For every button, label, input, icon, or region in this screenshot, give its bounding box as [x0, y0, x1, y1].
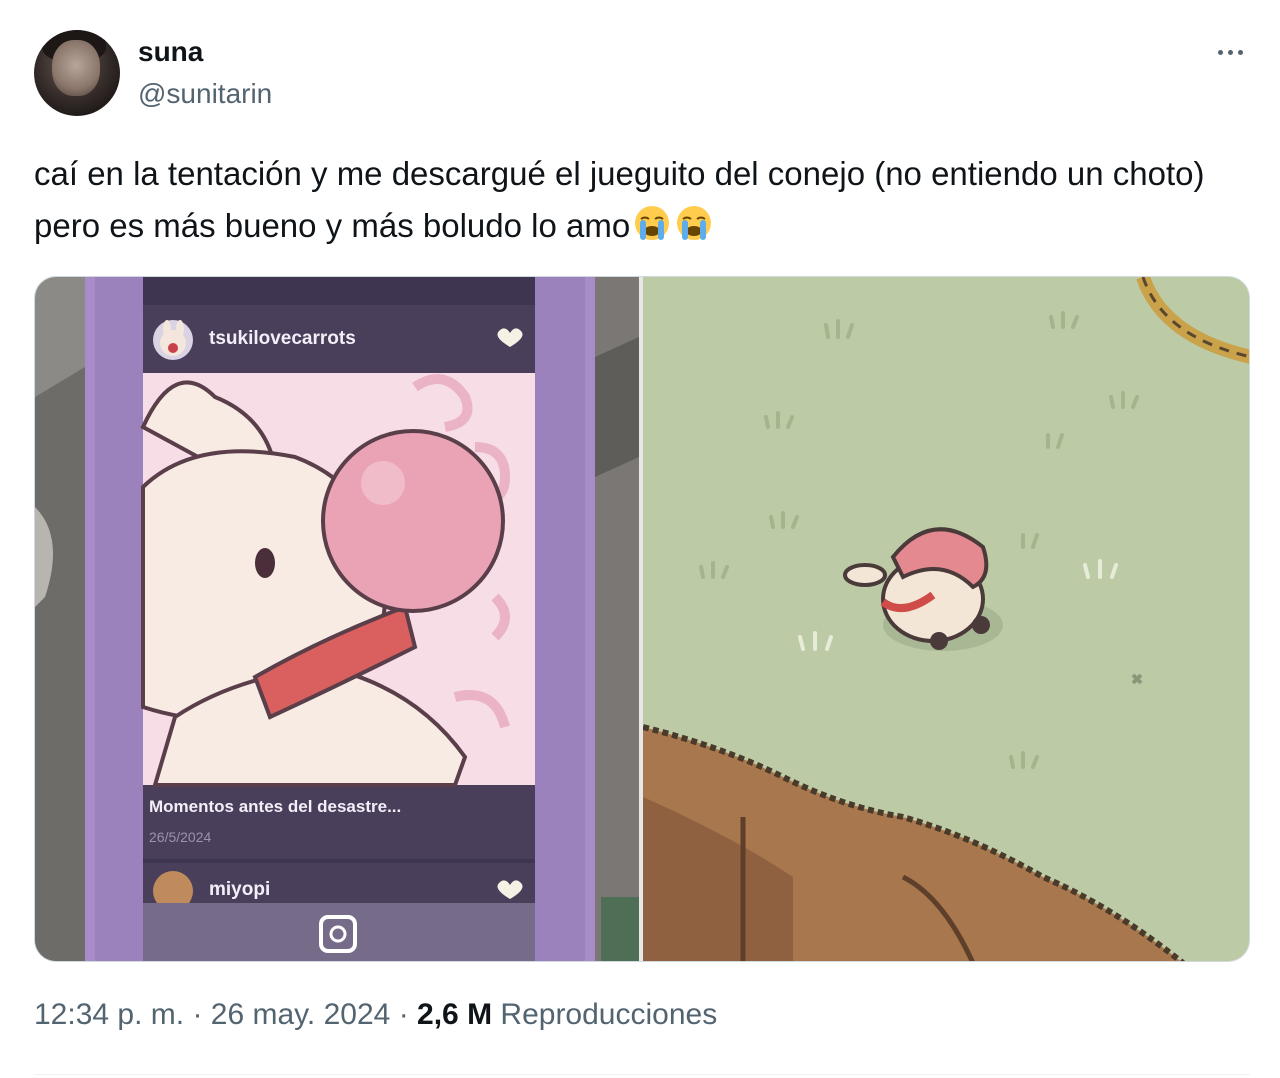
avatar-face: [52, 40, 100, 96]
divider: [34, 1074, 1250, 1075]
meta-separator: ·: [398, 998, 409, 1031]
tweet-date[interactable]: 26 may. 2024: [211, 998, 391, 1031]
loudly-crying-face-icon: [677, 206, 712, 240]
tweet: suna @sunitarin caí en la tentación y me…: [0, 0, 1280, 1078]
dot: [1217, 49, 1223, 55]
tweet-time[interactable]: 12:34 p. m.: [34, 998, 184, 1031]
display-name[interactable]: suna: [138, 36, 203, 68]
views-label: Reproducciones: [500, 998, 718, 1031]
tweet-meta: 12:34 p. m. · 26 may. 2024 · 2,6 M Repro…: [34, 998, 717, 1032]
handle[interactable]: @sunitarin: [138, 78, 272, 110]
feed-caption: Momentos antes del desastre...: [149, 797, 402, 816]
dot: [1237, 49, 1243, 55]
media-grid: tsukilovecarrots Momentos antes del desa…: [34, 276, 1250, 962]
more-options-icon[interactable]: [1210, 40, 1250, 64]
loudly-crying-face-icon: [635, 206, 670, 240]
avatar[interactable]: [34, 30, 120, 116]
game-grass-illustration: [643, 277, 1249, 961]
views-count: 2,6 M: [417, 998, 493, 1031]
tweet-body: caí en la tentación y me descargué el ju…: [34, 155, 1205, 244]
meta-separator: ·: [192, 998, 203, 1031]
dot: [1227, 49, 1233, 55]
media-image-left[interactable]: tsukilovecarrots Momentos antes del desa…: [35, 277, 639, 961]
game-feed-illustration: [35, 277, 639, 961]
feed-username-1: tsukilovecarrots: [209, 328, 356, 349]
media-image-right[interactable]: [643, 277, 1249, 961]
feed-date: 26/5/2024: [149, 829, 212, 845]
feed-username-2: miyopi: [209, 879, 271, 900]
tweet-text: caí en la tentación y me descargué el ju…: [34, 148, 1254, 252]
